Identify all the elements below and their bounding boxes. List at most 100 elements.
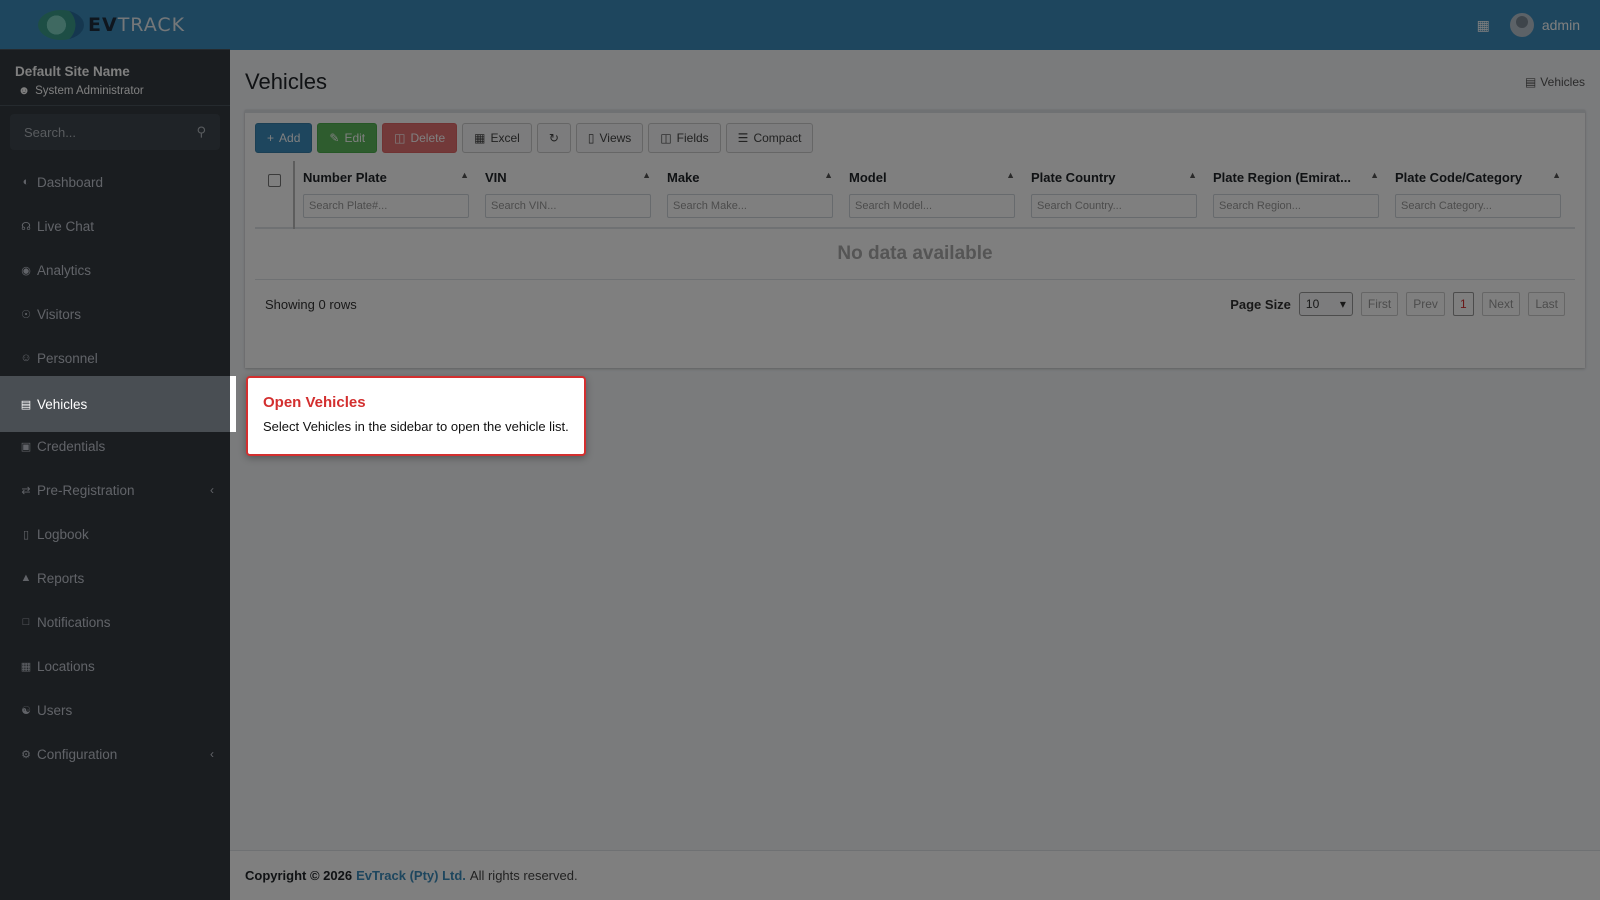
breadcrumb[interactable]: ▤ Vehicles bbox=[1525, 75, 1585, 89]
sidebar: EVTRACK Default Site Name ☻ System Admin… bbox=[0, 0, 230, 900]
trash-icon: ◫ bbox=[394, 131, 406, 145]
sidebar-nav: ◐ Dashboard ☊ Live Chat ◉ Analytics ☉ Visito… bbox=[0, 160, 230, 776]
sidebar-item-configuration[interactable]: ⚙ Configuration ‹ bbox=[0, 732, 230, 776]
vehicles-card: + Add ✎ Edit ◫ Delete ▦ Excel ↻ ▯ Views ◫ Fiel… bbox=[245, 110, 1585, 368]
make-filter-input[interactable]: Search Make... bbox=[667, 194, 833, 218]
fields-button[interactable]: ◫ Fields bbox=[648, 123, 721, 153]
sort-up-icon[interactable]: ▲ bbox=[824, 170, 833, 190]
tooltip-title: Open Vehicles bbox=[263, 394, 366, 411]
last-page-button[interactable]: Last bbox=[1528, 292, 1565, 316]
refresh-button[interactable]: ↻ bbox=[536, 123, 571, 153]
list-icon: ☰ bbox=[737, 131, 749, 145]
page-size-label: Page Size bbox=[1230, 296, 1291, 312]
pencil-icon: ✎ bbox=[329, 131, 340, 145]
sort-up-icon[interactable]: ▲ bbox=[642, 170, 651, 190]
chart-icon: ▲ bbox=[20, 572, 32, 584]
sidebar-item-pre-registration[interactable]: ⇄ Pre-Registration ‹ bbox=[0, 468, 230, 512]
eye-icon: ☉ bbox=[21, 308, 31, 321]
exchange-icon: ⇄ bbox=[21, 484, 31, 497]
sidebar-item-analytics[interactable]: ◉ Analytics bbox=[0, 248, 230, 292]
columns-icon: ◫ bbox=[660, 131, 672, 145]
next-page-button[interactable]: Next bbox=[1481, 292, 1521, 316]
gear-icon: ⚙ bbox=[21, 748, 31, 761]
page-title: Vehicles bbox=[245, 69, 327, 94]
model-filter-input[interactable]: Search Model... bbox=[849, 194, 1015, 218]
plate-country-filter-input[interactable]: Search Country... bbox=[1031, 194, 1197, 218]
book-icon: ▯ bbox=[22, 528, 30, 541]
page-footer: Copyright © 2026 EvTrack (Pty) Ltd. All … bbox=[230, 850, 1600, 900]
column-plate-code: Plate Code/Category ▲ Search Category... bbox=[1387, 161, 1569, 218]
vin-filter-input[interactable]: Search VIN... bbox=[485, 194, 651, 218]
sidebar-item-reports[interactable]: ▲ Reports bbox=[0, 556, 230, 600]
column-number-plate: Number Plate ▲ Search Plate#... bbox=[295, 161, 477, 218]
sidebar-item-dashboard[interactable]: ◐ Dashboard bbox=[0, 160, 230, 204]
brand-name: EVTRACK bbox=[88, 13, 186, 36]
no-data-message: No data available bbox=[837, 243, 993, 264]
sort-up-icon[interactable]: ▲ bbox=[1370, 170, 1379, 190]
tooltip-body: Select Vehicles in the sidebar to open t… bbox=[263, 419, 569, 434]
company-link[interactable]: EvTrack (Pty) Ltd. bbox=[356, 868, 466, 883]
sidebar-item-users[interactable]: ☯ Users bbox=[0, 688, 230, 732]
chat-icon: □ bbox=[22, 616, 30, 628]
sidebar-item-notifications[interactable]: □ Notifications bbox=[0, 600, 230, 644]
sidebar-search-input[interactable]: Search... ⚲ bbox=[10, 114, 220, 150]
chevron-left-icon: ‹ bbox=[210, 747, 214, 761]
sidebar-item-visitors[interactable]: ☉ Visitors bbox=[0, 292, 230, 336]
avatar bbox=[1509, 13, 1534, 37]
page-size-select[interactable]: 10 ▾ bbox=[1298, 292, 1353, 316]
number-plate-filter-input[interactable]: Search Plate#... bbox=[303, 194, 469, 218]
highlighted-sidebar-item[interactable]: ▤ Vehicles bbox=[0, 376, 236, 432]
user-icon: ☻ bbox=[18, 85, 31, 97]
add-button[interactable]: + Add bbox=[255, 123, 313, 153]
chevron-down-icon: ▾ bbox=[1339, 297, 1346, 311]
brand[interactable]: EVTRACK bbox=[0, 0, 230, 50]
sort-up-icon[interactable]: ▲ bbox=[460, 170, 469, 190]
plate-region-filter-input[interactable]: Search Region... bbox=[1213, 194, 1379, 218]
sort-up-icon[interactable]: ▲ bbox=[1552, 170, 1561, 190]
plate-code-filter-input[interactable]: Search Category... bbox=[1395, 194, 1561, 218]
sidebar-item-personnel[interactable]: ☺ Personnel bbox=[0, 336, 230, 380]
user-menu[interactable]: admin bbox=[1509, 13, 1580, 37]
users-icon: ☺ bbox=[20, 352, 32, 364]
table-header: Number Plate ▲ Search Plate#... VIN ▲ Sear… bbox=[255, 161, 1575, 229]
table-footer: Showing 0 rows Page Size 10 ▾ First Prev … bbox=[255, 280, 1575, 316]
site-name: Default Site Name bbox=[15, 64, 130, 79]
chevron-left-icon: ‹ bbox=[210, 483, 214, 497]
tutorial-tooltip: Open Vehicles Select Vehicles in the sid… bbox=[246, 376, 586, 456]
delete-button[interactable]: ◫ Delete bbox=[382, 123, 458, 153]
user-gear-icon: ☯ bbox=[21, 704, 31, 717]
car-icon: ▤ bbox=[20, 398, 32, 411]
column-vin: VIN ▲ Search VIN... bbox=[477, 161, 659, 218]
building-icon: ▦ bbox=[20, 660, 32, 673]
toolbar: + Add ✎ Edit ◫ Delete ▦ Excel ↻ ▯ Views ◫ Fiel… bbox=[255, 123, 1575, 153]
column-make: Make ▲ Search Make... bbox=[659, 161, 841, 218]
edit-button[interactable]: ✎ Edit bbox=[317, 123, 378, 153]
prev-page-button[interactable]: Prev bbox=[1406, 292, 1445, 316]
table-icon: ▦ bbox=[474, 131, 486, 145]
gauge-icon: ◐ bbox=[22, 176, 30, 188]
sort-up-icon[interactable]: ▲ bbox=[1188, 170, 1197, 190]
sidebar-item-vehicles-highlight[interactable]: ▤ Vehicles bbox=[0, 376, 230, 432]
compact-button[interactable]: ☰ Compact bbox=[725, 123, 814, 153]
top-navbar: ▦ admin bbox=[230, 0, 1600, 50]
sidebar-item-locations[interactable]: ▦ Locations bbox=[0, 644, 230, 688]
building-icon[interactable]: ▦ bbox=[1477, 17, 1490, 34]
page-header: Vehicles ▤ Vehicles bbox=[245, 64, 1585, 100]
column-plate-country: Plate Country ▲ Search Country... bbox=[1023, 161, 1205, 218]
excel-button[interactable]: ▦ Excel bbox=[462, 123, 532, 153]
select-all-checkbox[interactable] bbox=[267, 174, 281, 187]
car-icon: ▤ bbox=[1524, 75, 1537, 89]
id-card-icon: ▣ bbox=[20, 440, 32, 453]
current-page-button[interactable]: 1 bbox=[1452, 292, 1474, 316]
site-info: Default Site Name ☻ System Administrator bbox=[0, 50, 230, 106]
column-model: Model ▲ Search Model... bbox=[841, 161, 1023, 218]
first-page-button[interactable]: First bbox=[1360, 292, 1399, 316]
user-role: ☻ System Administrator bbox=[18, 85, 144, 97]
target-icon: ◉ bbox=[21, 264, 31, 277]
sidebar-item-logbook[interactable]: ▯ Logbook bbox=[0, 512, 230, 556]
bookmark-icon: ▯ bbox=[587, 131, 595, 145]
sidebar-item-live-chat[interactable]: ☊ Live Chat bbox=[0, 204, 230, 248]
views-button[interactable]: ▯ Views bbox=[575, 123, 644, 153]
refresh-icon: ↻ bbox=[548, 131, 559, 145]
sort-up-icon[interactable]: ▲ bbox=[1006, 170, 1015, 190]
